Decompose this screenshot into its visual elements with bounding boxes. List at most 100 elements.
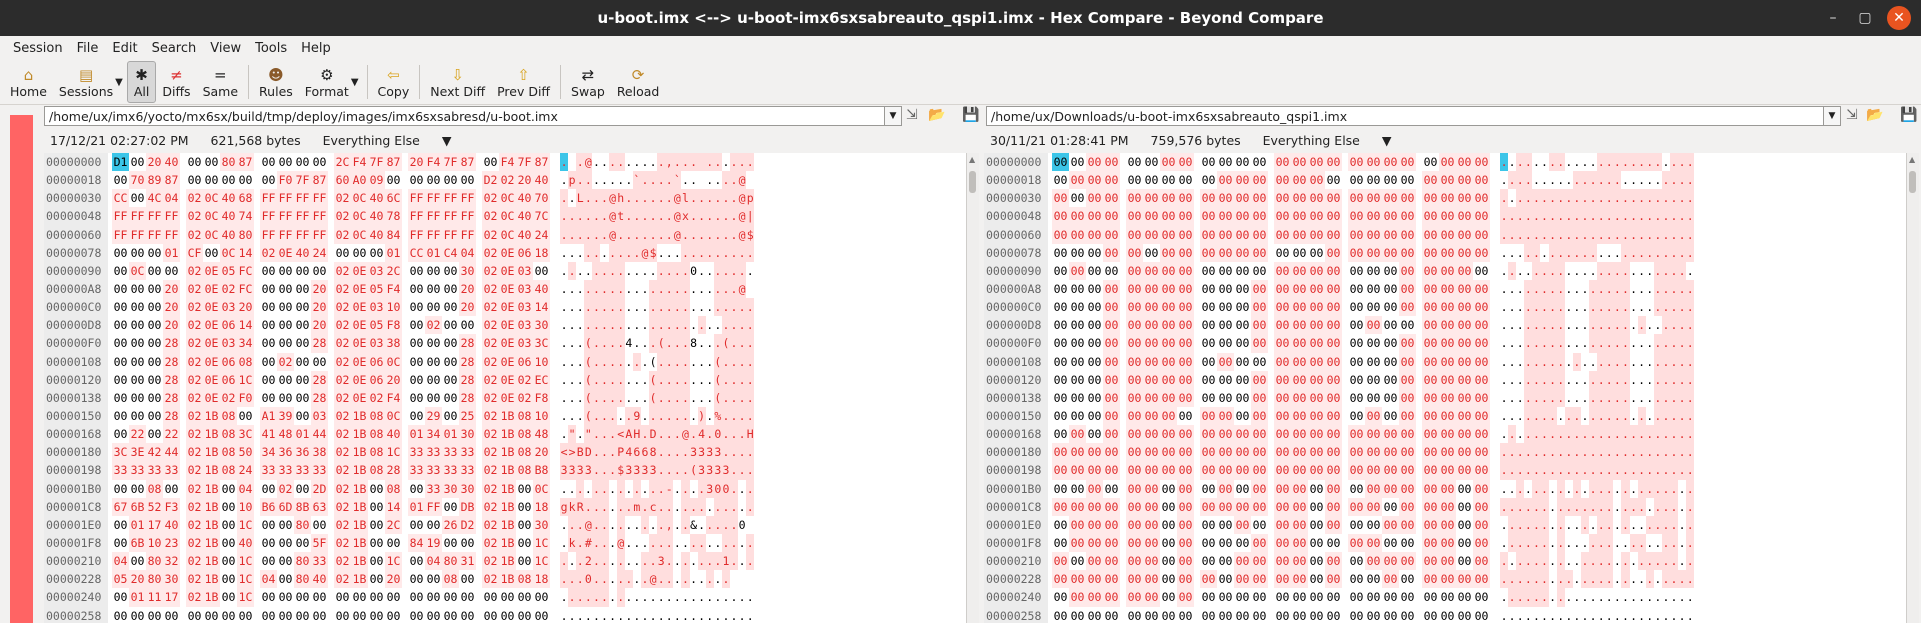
ascii-text[interactable]: < > B D... P 4 6 6 8.... 3 3 3 3.... <box>560 443 755 462</box>
hex-byte[interactable]: 00 <box>1086 533 1103 553</box>
hex-byte[interactable]: 20 <box>163 316 180 335</box>
hex-byte[interactable]: 00 <box>1308 261 1325 280</box>
hex-byte[interactable]: 00 <box>408 607 425 623</box>
hex-byte[interactable]: 00 <box>1308 153 1325 172</box>
hex-byte[interactable]: 00 <box>1365 334 1382 352</box>
hex-byte[interactable]: 03 <box>220 298 237 317</box>
hex-byte[interactable]: 00 <box>129 407 146 425</box>
hex-byte[interactable]: 00 <box>1399 461 1416 480</box>
hex-byte[interactable]: 00 <box>385 607 402 623</box>
hex-byte[interactable]: 00 <box>1399 607 1416 623</box>
right-open-folder-icon[interactable]: 📂 <box>1866 107 1883 123</box>
hex-byte[interactable]: 00 <box>220 498 237 516</box>
hex-byte[interactable]: 08 <box>516 570 533 589</box>
hex-byte[interactable]: 00 <box>1439 588 1456 606</box>
hex-byte[interactable]: 01 <box>129 515 146 534</box>
hex-byte[interactable]: 10 <box>533 406 550 426</box>
hex-byte[interactable]: 00 <box>1217 389 1234 407</box>
hex-byte[interactable]: 00 <box>1069 425 1086 444</box>
hex-byte[interactable]: 00 <box>277 153 294 171</box>
hex-byte[interactable]: 02 <box>482 497 499 516</box>
hex-byte[interactable]: 10 <box>146 533 163 553</box>
hex-byte[interactable]: 00 <box>1251 353 1268 371</box>
hex-byte[interactable]: 00 <box>1160 406 1177 426</box>
hex-byte[interactable]: 28 <box>163 406 180 426</box>
hex-byte[interactable]: FF <box>425 225 442 244</box>
hex-byte[interactable]: 02 <box>334 552 351 571</box>
hex-byte[interactable]: 0E <box>351 388 368 407</box>
hex-byte[interactable]: 02 <box>482 479 499 498</box>
hex-byte[interactable]: 00 <box>1143 244 1160 262</box>
hex-byte[interactable]: 00 <box>1126 443 1143 462</box>
hex-byte[interactable]: 00 <box>1399 443 1416 462</box>
hex-byte[interactable]: 00 <box>1251 406 1268 426</box>
hex-byte[interactable]: 00 <box>203 244 220 262</box>
hex-byte[interactable]: 02 <box>334 497 351 516</box>
hex-byte[interactable]: 00 <box>220 480 237 498</box>
hex-byte[interactable]: 0C <box>351 189 368 208</box>
hex-byte[interactable]: 00 <box>1069 515 1086 534</box>
hex-byte[interactable]: 00 <box>425 516 442 534</box>
hex-byte[interactable]: 00 <box>1086 515 1103 534</box>
hex-byte[interactable]: 00 <box>1291 316 1308 335</box>
hex-byte[interactable]: 40 <box>220 189 237 208</box>
hex-byte[interactable]: A0 <box>351 171 368 190</box>
hex-byte[interactable]: 00 <box>351 588 368 606</box>
hex-byte[interactable]: 00 <box>1052 153 1069 172</box>
hex-byte[interactable]: 33 <box>294 461 311 480</box>
hex-byte[interactable]: 00 <box>1439 153 1456 172</box>
hex-byte[interactable]: 20 <box>163 298 180 317</box>
hex-byte[interactable]: 00 <box>1177 552 1194 571</box>
hex-byte[interactable]: 00 <box>1086 425 1103 443</box>
hex-byte[interactable]: 00 <box>1086 607 1103 623</box>
hex-byte[interactable]: 14 <box>237 316 254 335</box>
hex-byte[interactable]: 00 <box>1365 171 1382 189</box>
hex-byte[interactable]: 00 <box>1382 407 1399 425</box>
hex-byte[interactable]: 40 <box>294 243 311 262</box>
hex-byte[interactable]: 00 <box>1382 389 1399 407</box>
hex-byte[interactable]: 00 <box>1177 497 1194 516</box>
hex-byte[interactable]: 00 <box>1177 515 1194 534</box>
hex-byte[interactable]: 00 <box>1365 516 1382 534</box>
hex-byte[interactable]: 00 <box>1291 479 1308 498</box>
hex-byte[interactable]: 00 <box>1251 497 1268 516</box>
hex-byte[interactable]: 00 <box>1103 607 1120 623</box>
left-open-folder-icon[interactable]: 📂 <box>928 107 945 123</box>
hex-byte[interactable]: 00 <box>260 607 277 623</box>
hex-byte[interactable]: 00 <box>1291 388 1308 407</box>
hex-byte[interactable]: 03 <box>368 261 385 280</box>
hex-byte[interactable]: 00 <box>1473 334 1490 353</box>
hex-byte[interactable]: 20 <box>311 316 328 335</box>
hex-byte[interactable]: 28 <box>311 334 328 353</box>
hex-byte[interactable]: 28 <box>459 388 476 407</box>
hex-byte[interactable]: 00 <box>1086 225 1103 244</box>
hex-byte[interactable]: 00 <box>1251 388 1268 407</box>
hex-byte[interactable]: 00 <box>1399 243 1416 262</box>
hex-byte[interactable]: 00 <box>1291 552 1308 571</box>
ascii-text[interactable]: ... @.........,.. &..... 0 <box>560 515 746 534</box>
hex-byte[interactable]: 00 <box>516 498 533 516</box>
hex-byte[interactable]: 00 <box>368 244 385 262</box>
hex-byte[interactable]: 00 <box>1160 516 1177 534</box>
hex-byte[interactable]: 28 <box>311 370 328 389</box>
hex-byte[interactable]: FF <box>408 207 425 226</box>
hex-byte[interactable]: 00 <box>1291 171 1308 190</box>
hex-byte[interactable]: 00 <box>1126 607 1143 623</box>
hex-byte[interactable]: 02 <box>334 515 351 534</box>
ascii-text[interactable]: ........................ <box>1500 334 1695 353</box>
hex-byte[interactable]: 87 <box>385 153 402 172</box>
hex-byte[interactable]: 00 <box>260 516 277 534</box>
hex-byte[interactable]: 20 <box>146 153 163 172</box>
hex-byte[interactable]: 00 <box>1399 261 1416 280</box>
menu-file[interactable]: File <box>70 41 106 56</box>
hex-byte[interactable]: 00 <box>1308 588 1325 606</box>
hex-byte[interactable]: 1B <box>351 425 368 444</box>
hex-byte[interactable]: 00 <box>1069 207 1086 226</box>
hex-byte[interactable]: 0E <box>203 388 220 407</box>
hex-byte[interactable]: 00 <box>1160 425 1177 444</box>
hex-byte[interactable]: 00 <box>1365 497 1382 516</box>
hex-byte[interactable]: EC <box>533 370 550 389</box>
hex-byte[interactable]: 00 <box>112 371 129 389</box>
hex-byte[interactable]: 00 <box>1456 171 1473 190</box>
hex-byte[interactable]: 30 <box>459 479 476 498</box>
